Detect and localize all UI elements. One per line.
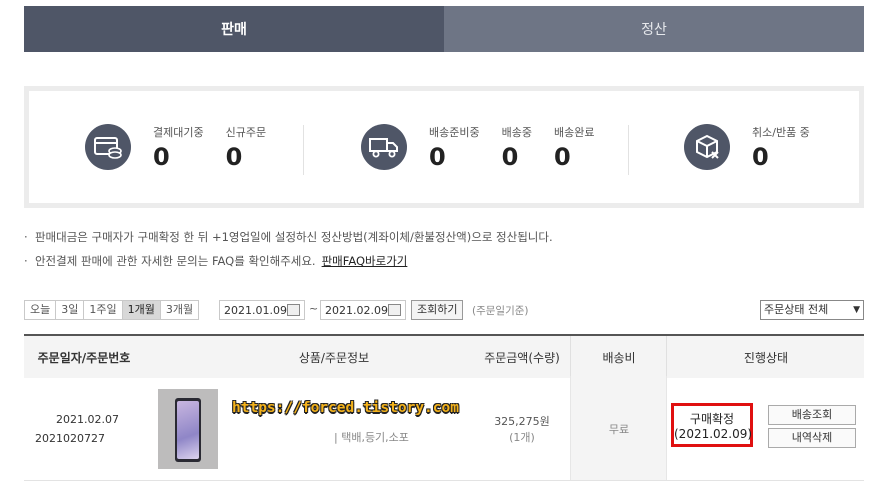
order-date: 2021.02.07 xyxy=(56,413,119,426)
stat-shipping[interactable]: 배송중 0 xyxy=(502,124,532,170)
faq-link[interactable]: 판매FAQ바로가기 xyxy=(322,254,408,268)
stat-count: 0 xyxy=(429,143,446,171)
stat-label: 배송준비중 xyxy=(429,126,480,139)
range-separator: ~ xyxy=(309,302,319,315)
order-status-select[interactable]: 주문상태 전체 ▼ xyxy=(760,300,864,320)
date-to-value: 2021.02.09 xyxy=(325,303,388,317)
delete-history-button[interactable]: 내역삭제 xyxy=(768,428,856,448)
watermark-text: https://forced.tistory.com xyxy=(232,400,459,416)
period-3days-button[interactable]: 3일 xyxy=(55,300,85,320)
header-product: 상품/주문정보 xyxy=(298,350,370,365)
stat-count: 0 xyxy=(225,143,243,171)
notice-text: 판매대금은 구매자가 구매확정 한 뒤 +1영업일에 설정하신 정산방법(계좌이… xyxy=(34,230,553,244)
order-summary-panel: 결제대기중 0 신규주문 0 배송준비중 0 배송중 0 배송완료 0 취소/반… xyxy=(24,86,864,208)
header-shipping: 배송비 xyxy=(570,336,667,378)
date-from-value: 2021.01.09 xyxy=(224,303,287,317)
wallet-icon xyxy=(85,124,131,170)
stat-cancel-return[interactable]: 취소/반품 중 0 xyxy=(752,124,810,170)
stat-delivered[interactable]: 배송완료 0 xyxy=(554,124,594,170)
phone-image-icon xyxy=(175,398,201,462)
order-number[interactable]: 2021020727 xyxy=(35,432,105,445)
stat-count: 0 xyxy=(553,143,571,171)
order-table-header: 주문일자/주문번호 상품/주문정보 주문금액(수량) 배송비 진행상태 xyxy=(24,334,864,378)
chevron-down-icon: ▼ xyxy=(853,305,860,315)
order-status: 구매확정 xyxy=(689,412,735,426)
tab-sales[interactable]: 판매 xyxy=(24,6,444,52)
notice-text: 안전결제 판매에 관한 자세한 문의는 FAQ를 확인해주세요. xyxy=(34,254,316,268)
period-buttons: 오늘 3일 1주일 1개월 3개월 xyxy=(24,300,200,320)
notice-list: · 판매대금은 구매자가 구매확정 한 뒤 +1영업일에 설정하신 정산방법(계… xyxy=(24,225,553,273)
divider xyxy=(628,125,629,175)
stat-payment-waiting[interactable]: 결제대기중 0 xyxy=(153,124,204,170)
cancel-group: 취소/반품 중 0 xyxy=(684,91,832,203)
order-quantity: (1개) xyxy=(509,431,535,444)
stat-count: 0 xyxy=(153,143,170,171)
product-thumbnail[interactable] xyxy=(158,389,218,469)
date-to-field[interactable]: 2021.02.09 xyxy=(320,300,406,320)
stat-label: 배송완료 xyxy=(553,126,595,139)
order-status-value: 주문상태 전체 xyxy=(764,303,829,316)
payment-group: 결제대기중 0 신규주문 0 xyxy=(85,91,288,203)
period-1month-button[interactable]: 1개월 xyxy=(121,300,161,320)
track-delivery-button[interactable]: 배송조회 xyxy=(768,405,856,425)
order-date-cell: 2021.02.07 2021020727 xyxy=(24,376,144,480)
top-tabs: 판매 정산 xyxy=(24,6,864,52)
shipping-cell: 무료 xyxy=(570,376,667,480)
shipping-fee: 무료 xyxy=(608,423,630,436)
search-button[interactable]: 조회하기 xyxy=(411,300,464,320)
stat-new-order[interactable]: 신규주문 0 xyxy=(226,124,266,170)
box-cancel-icon xyxy=(684,124,730,170)
header-status: 진행상태 xyxy=(666,336,865,378)
amount-cell: 325,275원 (1개) xyxy=(472,376,572,480)
stat-preparing[interactable]: 배송준비중 0 xyxy=(429,124,480,170)
calendar-icon[interactable] xyxy=(286,304,300,316)
delivery-group: 배송준비중 0 배송중 0 배송완료 0 xyxy=(361,91,616,203)
delivery-method-text: 택배,등기,소포 xyxy=(341,431,409,444)
order-price: 325,275원 xyxy=(494,415,550,428)
stat-label: 배송중 xyxy=(501,126,532,139)
stat-count: 0 xyxy=(501,143,519,171)
period-1week-button[interactable]: 1주일 xyxy=(83,300,123,320)
stat-label: 결제대기중 xyxy=(153,126,204,139)
delivery-method: | 택배,등기,소포 xyxy=(334,431,409,444)
status-highlight-box: 구매확정 (2021.02.09) xyxy=(671,403,753,447)
order-status-date: (2021.02.09) xyxy=(674,427,753,441)
tab-settlement[interactable]: 정산 xyxy=(444,6,864,52)
header-date: 주문일자/주문번호 xyxy=(37,350,131,365)
notice-item: · 판매대금은 구매자가 구매확정 한 뒤 +1영업일에 설정하신 정산방법(계… xyxy=(24,230,553,244)
divider xyxy=(303,125,304,175)
date-from-field[interactable]: 2021.01.09 xyxy=(219,300,305,320)
notice-item: · 안전결제 판매에 관한 자세한 문의는 FAQ를 확인해주세요. 판매FAQ바… xyxy=(24,254,408,268)
period-3months-button[interactable]: 3개월 xyxy=(159,300,200,320)
stat-label: 취소/반품 중 xyxy=(752,126,810,139)
date-basis-note: (주문일기준) xyxy=(472,305,529,317)
stat-label: 신규주문 xyxy=(225,126,267,139)
table-row: 2021.02.07 2021020727 https://forced.tis… xyxy=(24,376,864,481)
filter-bar: 오늘 3일 1주일 1개월 3개월 2021.01.09 ~ 2021.02.0… xyxy=(24,300,864,320)
header-amount: 주문금액(수량) xyxy=(484,350,560,365)
truck-icon xyxy=(361,124,407,170)
calendar-icon[interactable] xyxy=(387,304,401,316)
stat-count: 0 xyxy=(752,143,769,171)
period-today-button[interactable]: 오늘 xyxy=(24,300,57,320)
status-cell: 구매확정 (2021.02.09) 배송조회 내역삭제 xyxy=(666,376,865,480)
